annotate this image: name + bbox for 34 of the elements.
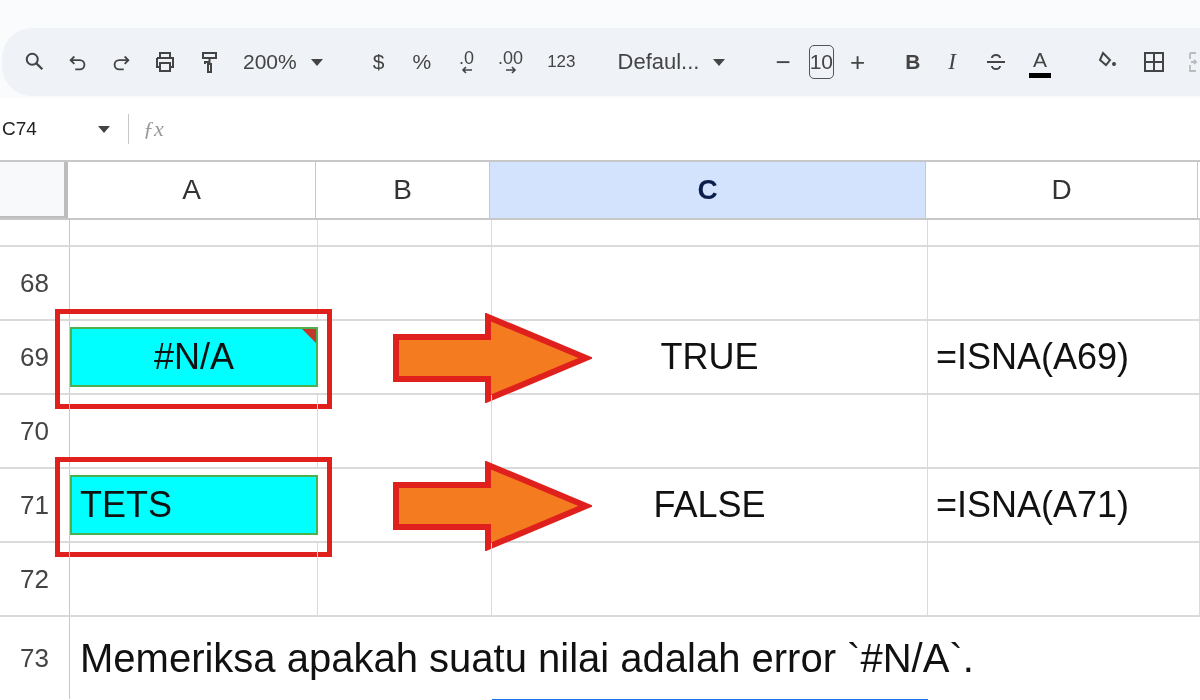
row-number: 70 <box>0 395 70 467</box>
column-header[interactable]: C <box>490 162 926 218</box>
cell-text: #N/A <box>152 336 235 378</box>
name-box[interactable]: C74 <box>0 118 110 140</box>
cell-text: =ISNA(A69) <box>935 336 1131 378</box>
column-header[interactable]: A <box>68 162 316 218</box>
cell-text: TETS <box>79 484 173 526</box>
column-header[interactable]: D <box>926 162 1198 218</box>
zoom-dropdown[interactable]: 200% <box>243 46 323 78</box>
percent-button[interactable]: % <box>412 46 432 78</box>
number-format-button[interactable]: 123 <box>547 46 576 78</box>
decrease-decimal-button[interactable]: .0 <box>459 46 475 78</box>
cell-text: FALSE <box>652 484 767 526</box>
row-number: 72 <box>0 543 70 615</box>
italic-button[interactable]: I <box>948 46 957 78</box>
arrow-right-icon <box>504 66 517 74</box>
currency-button[interactable]: $ <box>372 46 385 78</box>
search-icon[interactable] <box>24 51 46 73</box>
font-dropdown[interactable]: Defaul... <box>617 46 726 78</box>
bold-button[interactable]: B <box>905 46 921 78</box>
increase-font-size-button[interactable]: + <box>850 46 866 78</box>
text-color-button[interactable]: A <box>1029 46 1052 78</box>
cell-text: TRUE <box>659 336 760 378</box>
cell-text: Memeriksa apakah suatu nilai adalah error `#N/A`. <box>79 635 974 681</box>
decrease-font-size-button[interactable]: − <box>775 46 791 78</box>
cell-text: =ISNA(A71) <box>935 484 1131 526</box>
font-size-field[interactable]: 10 <box>808 45 834 79</box>
arrow-left-icon <box>460 66 473 74</box>
row-number: 73 <box>0 617 70 699</box>
row-number: 68 <box>0 247 70 319</box>
fx-label: ƒx <box>143 116 164 142</box>
increase-decimal-button[interactable]: .00 <box>498 46 524 78</box>
print-icon[interactable] <box>153 50 177 74</box>
borders-icon[interactable] <box>1142 50 1167 74</box>
